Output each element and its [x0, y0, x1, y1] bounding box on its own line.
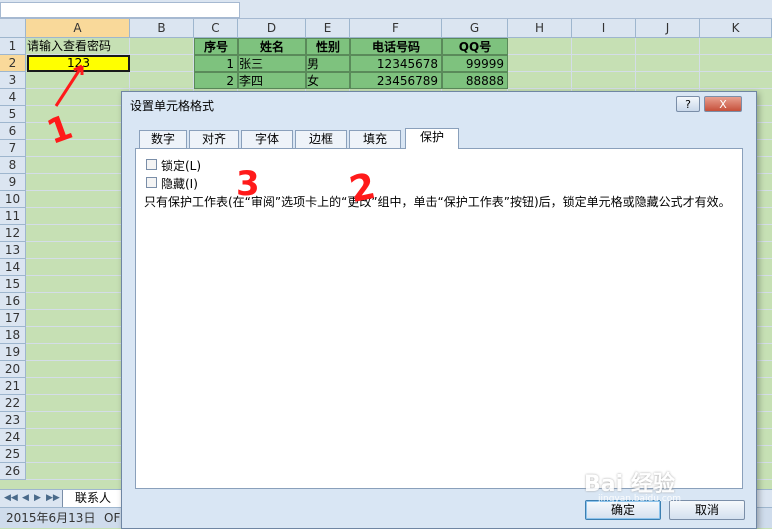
- help-button[interactable]: ?: [676, 96, 700, 112]
- tab-number[interactable]: 数字: [139, 130, 187, 148]
- tab-protection[interactable]: 保护: [405, 128, 459, 149]
- format-cells-dialog: 设置单元格格式 ? X 数字 对齐 字体 边框 填充 保护 锁定(L) 隐藏(I…: [121, 91, 757, 529]
- tab-alignment[interactable]: 对齐: [189, 130, 239, 148]
- annotation-number-3: 3: [236, 164, 260, 204]
- tab-border[interactable]: 边框: [295, 130, 347, 148]
- protection-description: 只有保护工作表(在“审阅”选项卡上的“更改”组中，单击“保护工作表”按钮)后，锁…: [144, 195, 731, 209]
- annotation-arrow-1: [54, 65, 84, 107]
- lock-checkbox[interactable]: [146, 159, 157, 170]
- protection-panel: 锁定(L) 隐藏(I) 只有保护工作表(在“审阅”选项卡上的“更改”组中，单击“…: [135, 148, 743, 489]
- hide-label[interactable]: 隐藏(I): [161, 175, 198, 192]
- tab-fill[interactable]: 填充: [349, 130, 401, 148]
- dialog-title: 设置单元格格式: [130, 99, 215, 113]
- hide-checkbox[interactable]: [146, 177, 157, 188]
- close-button[interactable]: X: [704, 96, 742, 112]
- lock-label[interactable]: 锁定(L): [161, 157, 201, 174]
- baidu-watermark-url: jingyan.baidu.com: [598, 494, 682, 504]
- tab-font[interactable]: 字体: [241, 130, 293, 148]
